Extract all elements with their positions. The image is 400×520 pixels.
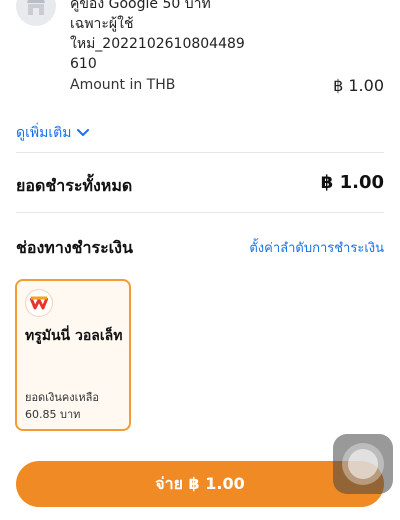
see-more-link[interactable]: ดูเพิ่มเติม <box>16 122 90 144</box>
pay-button[interactable]: จ่าย ฿ 1.00 <box>16 461 384 507</box>
wallet-name: ทรูมันนี่ วอลเล็ท <box>25 328 123 344</box>
amount-label: Amount in THB <box>70 77 176 93</box>
truemoney-wallet-card[interactable]: ทรูมันนี่ วอลเล็ท ยอดเงินคงเหลือ 60.85 บ… <box>15 279 131 431</box>
item-title: คู่ของ Google 50 บาท เฉพาะผู้ใช้ ใหม่_20… <box>70 0 270 74</box>
item-title-line: เฉพาะผู้ใช้ <box>70 16 134 32</box>
see-more-label: ดูเพิ่มเติม <box>16 125 72 141</box>
payment-methods-title: ช่องทางชำระเงิน <box>16 238 133 257</box>
total-label: ยอดชำระทั้งหมด <box>16 176 133 195</box>
divider <box>16 212 384 213</box>
store-icon <box>16 0 56 26</box>
truemoney-logo-icon <box>26 290 52 316</box>
item-title-line: ใหม่_2022102610804489 <box>70 36 245 52</box>
shop-icon <box>27 0 45 15</box>
item-title-line: 610 <box>70 56 97 72</box>
balance-label: ยอดเงินคงเหลือ <box>25 391 99 404</box>
balance-value: 60.85 บาท <box>25 408 81 421</box>
chevron-down-icon <box>77 129 90 136</box>
assistive-touch-icon <box>342 443 384 485</box>
divider <box>16 152 384 153</box>
amount-value: ฿ 1.00 <box>333 76 384 95</box>
assistive-touch-button[interactable] <box>333 434 393 494</box>
total-value: ฿ 1.00 <box>320 172 384 193</box>
item-title-line: คู่ของ Google 50 บาท <box>70 0 211 12</box>
payment-order-settings-link[interactable]: ตั้งค่าลำดับการชำระเงิน <box>249 237 384 258</box>
